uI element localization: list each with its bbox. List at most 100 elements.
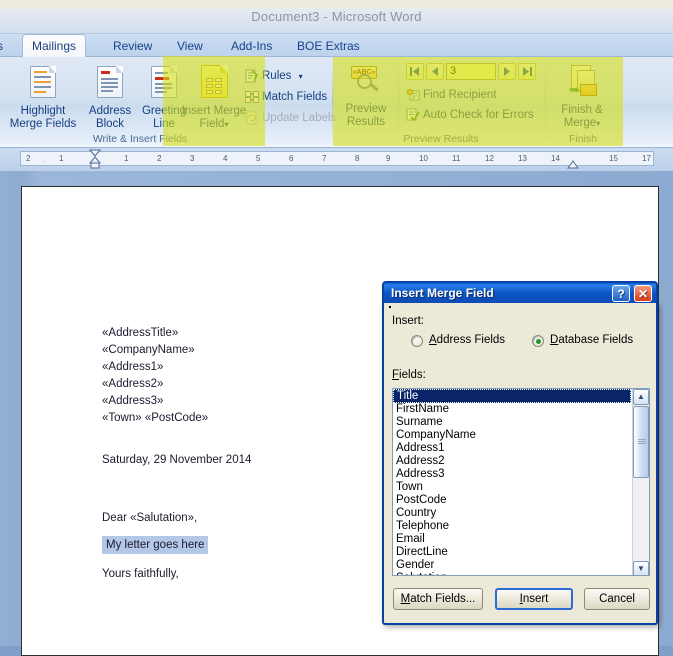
ruler-tick: 12: [485, 154, 494, 163]
label-line1: Preview: [345, 103, 387, 115]
list-item[interactable]: DirectLine: [393, 546, 631, 559]
ruler-tick: 7: [322, 154, 327, 163]
list-item[interactable]: Salutation: [393, 572, 631, 575]
tab-boe-extras[interactable]: BOE Extras: [288, 35, 369, 57]
auto-check-for-errors-button[interactable]: Auto Check for Errors: [406, 107, 534, 123]
ruler-tick: 2: [157, 154, 162, 163]
database-fields-radio[interactable]: [532, 335, 544, 347]
group-label-write-insert-fields: Write & Insert Fields: [92, 133, 188, 145]
tab-view[interactable]: View: [168, 35, 212, 57]
update-labels-label: Update Labels: [262, 112, 337, 124]
list-item[interactable]: Address2: [393, 455, 631, 468]
label-line2: Merge Fields: [9, 117, 77, 130]
finish-and-merge-label: Finish & Merge▾: [550, 104, 614, 130]
list-item[interactable]: Country: [393, 507, 631, 520]
list-item[interactable]: CompanyName: [393, 429, 631, 442]
list-item[interactable]: Address3: [393, 468, 631, 481]
help-icon[interactable]: ?: [612, 285, 630, 302]
address-block-button[interactable]: Address Block: [82, 61, 138, 130]
merge-field-line: «Address2»: [102, 378, 164, 390]
merge-field-line: «AddressTitle»: [102, 327, 179, 339]
finish-and-merge-icon: ➥: [567, 65, 597, 97]
window-title: Document3 - Microsoft Word: [251, 9, 422, 24]
title-bar: Document3 - Microsoft Word: [0, 0, 673, 34]
list-item[interactable]: Address1: [393, 442, 631, 455]
next-record-button[interactable]: [498, 63, 516, 80]
salutation-line: Dear «Salutation»,: [102, 512, 198, 524]
ruler-tick: 6: [289, 154, 294, 163]
scrollbar-thumb[interactable]: [633, 406, 649, 478]
label-line1: Finish &: [561, 104, 603, 116]
ruler-tick: 2: [26, 154, 31, 163]
insert-merge-field-icon: [200, 65, 228, 98]
group-label-preview-results: Preview Results: [403, 133, 479, 145]
last-record-button[interactable]: [518, 63, 536, 80]
ribbon: Highlight Merge Fields Address Block Gre…: [0, 57, 673, 148]
auto-check-for-errors-icon: [406, 108, 420, 122]
selected-body-text[interactable]: My letter goes here: [102, 536, 209, 554]
tab-review[interactable]: Review: [104, 35, 161, 57]
address-block-label: Address Block: [82, 105, 138, 130]
ruler-area: 2 1 1 2 3 4 5 6 7 8 9 10 11 12 13 14 15 …: [0, 148, 673, 171]
label-line2: Block: [95, 117, 125, 130]
list-item[interactable]: Gender: [393, 559, 631, 572]
ribbon-group-preview-results: «ABC» Preview Results 3 Find Recipient A…: [336, 57, 548, 146]
ruler-tick: 10: [419, 154, 428, 163]
chevron-down-icon[interactable]: ▾: [299, 72, 303, 81]
chevron-down-icon[interactable]: ▾: [224, 120, 228, 129]
horizontal-ruler[interactable]: 2 1 1 2 3 4 5 6 7 8 9 10 11 12 13 14 15 …: [20, 151, 654, 166]
list-item[interactable]: FirstName: [393, 403, 631, 416]
address-fields-radio[interactable]: [411, 335, 423, 347]
dialog-title-bar[interactable]: Insert Merge Field ? ✕: [382, 281, 658, 303]
match-fields-button[interactable]: Match Fields: [245, 89, 327, 105]
list-item[interactable]: Surname: [393, 416, 631, 429]
ruler-tick: 8: [355, 154, 360, 163]
scroll-down-icon[interactable]: ▼: [633, 561, 649, 575]
highlight-merge-fields-icon: [30, 66, 56, 98]
find-recipient-button[interactable]: Find Recipient: [406, 87, 497, 103]
tab-s[interactable]: s: [0, 35, 12, 57]
insert-label: Insert:: [392, 315, 424, 327]
chevron-down-icon[interactable]: ▾: [596, 119, 600, 128]
address-block-icon: [97, 66, 123, 98]
finish-and-merge-button[interactable]: ➥ Finish & Merge▾: [550, 61, 614, 129]
tab-add-ins[interactable]: Add-Ins: [222, 35, 281, 57]
previous-record-button[interactable]: [426, 63, 444, 80]
focus-dot: [389, 306, 391, 308]
list-item[interactable]: Email: [393, 533, 631, 546]
merge-arrow-icon: ➥: [569, 82, 580, 97]
ruler-tick: 3: [190, 154, 195, 163]
label-line1: Insert Merge: [181, 105, 247, 117]
list-item[interactable]: Title: [393, 389, 631, 403]
insert-button[interactable]: Insert: [495, 588, 573, 610]
fields-scrollbar[interactable]: ▲ ▼: [632, 389, 649, 575]
insert-merge-field-dialog[interactable]: Insert Merge Field ? ✕ Insert: Address F…: [382, 281, 658, 625]
highlight-merge-fields-button[interactable]: Highlight Merge Fields: [4, 61, 82, 130]
first-record-button[interactable]: [406, 63, 424, 80]
ruler-tick: 15: [609, 154, 618, 163]
list-item[interactable]: Telephone: [393, 520, 631, 533]
label-line2: Results: [346, 115, 386, 128]
scroll-up-icon[interactable]: ▲: [633, 389, 649, 405]
label-line2: Field: [199, 117, 225, 130]
ribbon-group-finish: ➥ Finish & Merge▾ Finish: [548, 57, 618, 146]
fields-listbox[interactable]: Title FirstName Surname CompanyName Addr…: [392, 388, 650, 576]
preview-results-button[interactable]: «ABC» Preview Results: [338, 61, 394, 128]
close-icon[interactable]: ✕: [634, 285, 652, 302]
list-item[interactable]: Town: [393, 481, 631, 494]
date-line: Saturday, 29 November 2014: [102, 454, 252, 466]
rules-button[interactable]: Rules ▾: [245, 68, 303, 84]
merge-field-line: «CompanyName»: [102, 344, 195, 356]
find-recipient-icon: [406, 88, 420, 102]
list-item[interactable]: PostCode: [393, 494, 631, 507]
ruler-tick: 1: [124, 154, 129, 163]
ruler-tick: 1: [59, 154, 64, 163]
cancel-button[interactable]: Cancel: [584, 588, 650, 610]
match-fields-button[interactable]: Match Fields...: [393, 588, 483, 610]
tab-mailings[interactable]: Mailings: [22, 34, 87, 58]
ruler-tick: 11: [452, 154, 461, 163]
record-number-input[interactable]: 3: [446, 63, 496, 80]
highlight-merge-fields-label: Highlight Merge Fields: [4, 105, 82, 130]
ruler-tick: 9: [386, 154, 391, 163]
address-fields-label: Address Fields: [429, 334, 506, 346]
